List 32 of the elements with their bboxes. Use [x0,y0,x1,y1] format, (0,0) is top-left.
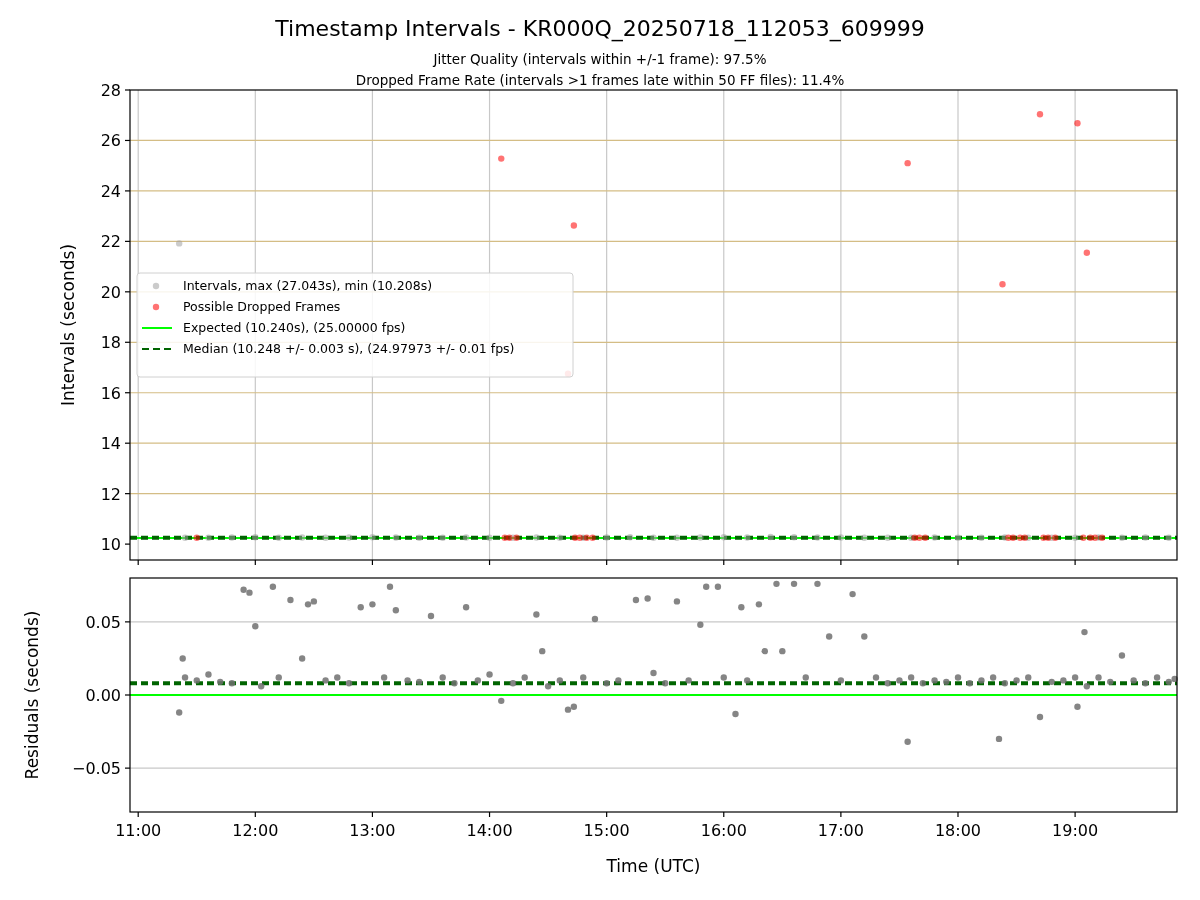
axis-tick-label: 0.05 [85,612,121,632]
chart-title: Timestamp Intervals - KR000Q_20250718_112053_609999 [275,16,925,41]
axis-tick-label: 19:00 [1052,821,1099,840]
axis-label: Intervals (seconds) [58,243,78,407]
axis-tick-label: 14:00 [466,821,513,840]
axis-label: Time (UTC) [606,856,701,876]
axis-tick-label: 17:00 [817,821,864,840]
axis-tick-label: 12 [100,484,121,504]
legend-label: Median (10.248 +/- 0.003 s), (24.97973 +/- 0.01 fps) [183,341,515,356]
legend-label: Intervals, max (27.043s), min (10.208s) [183,278,433,293]
axis-tick-label: 16 [100,383,121,403]
axis-tick-label: 18:00 [934,821,982,840]
axis-tick-label: 22 [100,232,121,252]
axis-tick-label: 28 [100,81,121,100]
chart-subtitle: Dropped Frame Rate (intervals >1 frames late within 50 FF files): 11.4% [355,72,845,88]
legend-label: Possible Dropped Frames [183,299,341,314]
axis-tick-label: 14 [100,434,121,454]
axis-tick-label: −0.05 [71,759,121,779]
axis-tick-label: 13:00 [349,821,396,840]
axis-tick-label: 16:00 [700,821,747,840]
axis-tick-label: 24 [100,181,121,201]
axis-tick-label: 12:00 [232,821,279,840]
axis-tick-label: 0.00 [85,686,121,705]
axis-tick-label: 11:00 [115,821,162,840]
axis-label: Residuals (seconds) [22,610,42,780]
chart-subtitle: Jitter Quality (intervals within +/-1 frame): 97.5% [433,51,767,67]
axis-tick-label: 15:00 [583,821,630,840]
axis-tick-label: 20 [100,282,121,302]
axis-tick-label: 26 [100,131,121,151]
legend-label: Expected (10.240s), (25.00000 fps) [183,320,406,335]
axis-tick-label: 10 [100,535,121,555]
axis-tick-label: 18 [100,333,121,353]
